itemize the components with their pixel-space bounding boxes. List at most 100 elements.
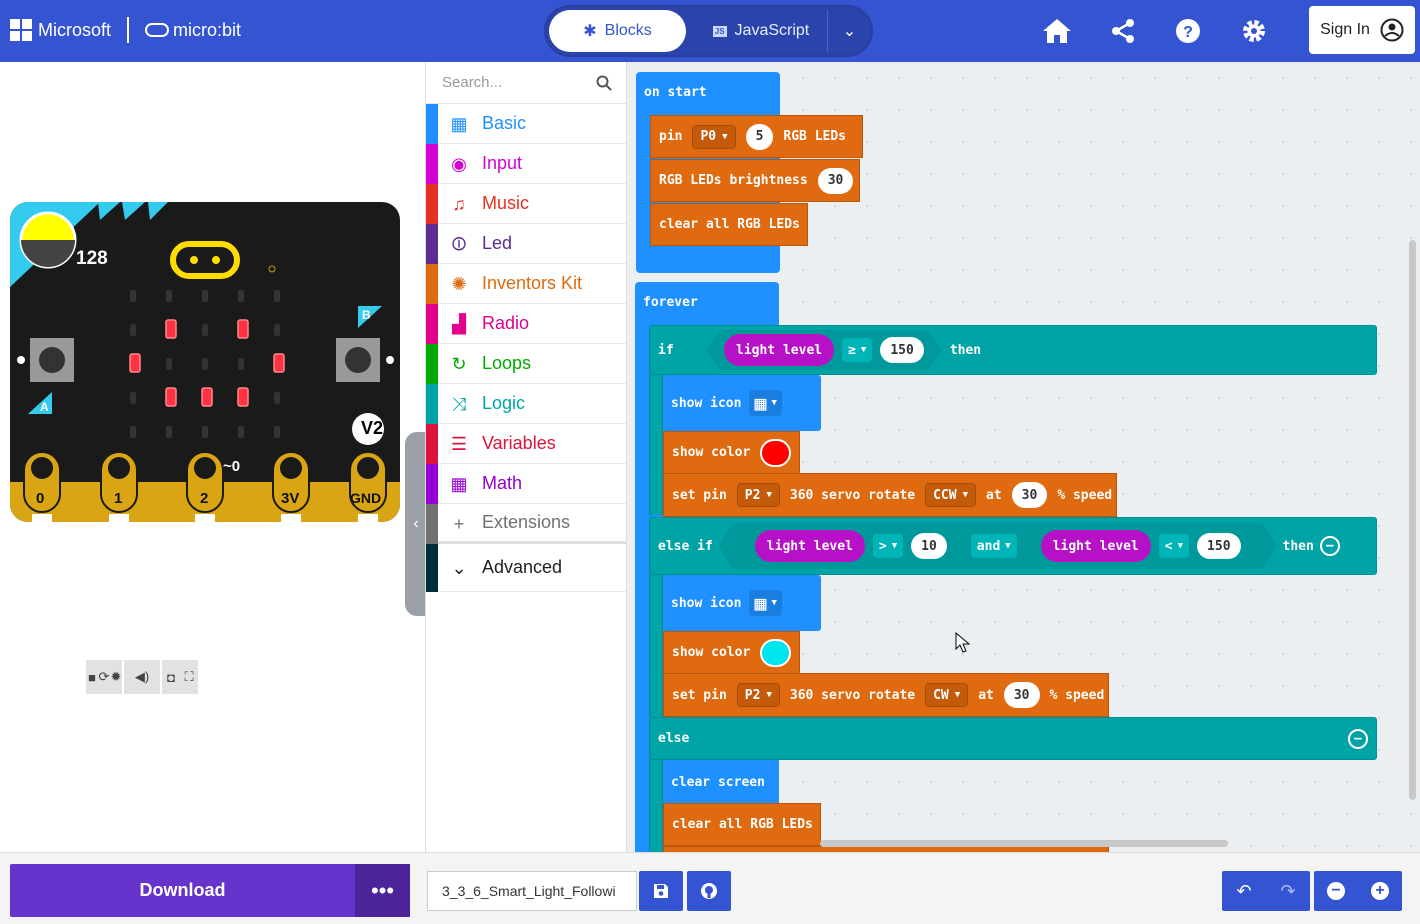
direction-dropdown-2[interactable]: CW ▼: [925, 683, 969, 707]
button-a[interactable]: [30, 332, 86, 388]
threshold-150-input-2[interactable]: 150: [1197, 533, 1240, 559]
project-name-input[interactable]: 3_3_6_Smart_Light_Followi: [427, 871, 637, 911]
brightness-block[interactable]: RGB LEDs brightness 30: [650, 159, 860, 202]
color-swatch-red[interactable]: [760, 438, 791, 467]
show-icon-block-2[interactable]: show icon ▦ ▼: [663, 575, 821, 631]
servo-block-2[interactable]: set pin P2 ▼ 360 servo rotate CW ▼ at 30 %…: [663, 673, 1109, 717]
tab-blocks[interactable]: ✱ Blocks: [549, 10, 686, 52]
category-input[interactable]: ◉ Input: [426, 144, 626, 184]
search-input[interactable]: Search...: [442, 74, 502, 91]
mode-dropdown-button[interactable]: ⌄: [827, 10, 871, 52]
category-logic[interactable]: ⤨ Logic: [426, 384, 626, 424]
if-block[interactable]: if light level ≥ ▼ 150 then: [649, 325, 1377, 375]
screenshot-button[interactable]: ◘: [162, 660, 180, 694]
servo-pin-dropdown[interactable]: P2 ▼: [736, 483, 780, 507]
home-button[interactable]: [1040, 14, 1074, 48]
threshold-150-input[interactable]: 150: [880, 337, 923, 363]
servo-pin-dropdown-2[interactable]: P2 ▼: [736, 683, 780, 707]
clear-screen-block[interactable]: clear screen: [663, 761, 773, 803]
light-level-reporter[interactable]: light level: [1041, 530, 1151, 562]
icon-picker-2[interactable]: ▦ ▼: [749, 590, 782, 616]
op-lt-dropdown[interactable]: < ▼: [1159, 534, 1189, 558]
undo-button[interactable]: ↶: [1236, 881, 1251, 902]
stop-button[interactable]: ■: [86, 660, 98, 694]
light-level-reporter[interactable]: light level: [724, 334, 834, 366]
threshold-10-input[interactable]: 10: [911, 533, 947, 559]
speed-input-2[interactable]: 30: [1003, 682, 1040, 708]
tab-javascript[interactable]: JS JavaScript: [696, 10, 826, 52]
pin-label: pin: [659, 129, 683, 144]
mouse-cursor-icon: [955, 632, 971, 653]
restart-button[interactable]: ⟳: [98, 660, 110, 694]
debug-button[interactable]: ✹: [110, 660, 122, 694]
mute-button[interactable]: ◀): [124, 660, 160, 694]
redo-button[interactable]: ↷: [1280, 881, 1295, 902]
github-button[interactable]: [687, 871, 731, 911]
save-button[interactable]: [639, 871, 683, 911]
category-radio[interactable]: ▟ Radio: [426, 304, 626, 344]
clear-rgb-block[interactable]: clear all RGB LEDs: [650, 203, 808, 246]
share-button[interactable]: [1106, 14, 1140, 48]
remove-else-icon[interactable]: −: [1348, 728, 1368, 749]
compare-lt[interactable]: light level < ▼ 150: [1023, 526, 1259, 566]
fullscreen-button[interactable]: ⛶: [180, 660, 198, 694]
pin-1[interactable]: 1: [114, 490, 122, 507]
button-b[interactable]: [336, 332, 392, 388]
category-inventors-kit[interactable]: ✺ Inventors Kit: [426, 264, 626, 304]
sign-in-button[interactable]: Sign In: [1309, 6, 1415, 54]
led: [130, 426, 136, 438]
and-dropdown[interactable]: and ▼: [971, 534, 1017, 558]
vertical-scrollbar[interactable]: [1409, 240, 1416, 800]
clear-rgb-block-2[interactable]: clear all RGB LEDs: [663, 803, 821, 846]
category-led[interactable]: ⏼ Led: [426, 224, 626, 264]
help-button[interactable]: ?: [1171, 14, 1205, 48]
search-icon: [596, 75, 612, 91]
category-basic[interactable]: ▦ Basic: [426, 104, 626, 144]
category-advanced[interactable]: ⌄ Advanced: [426, 544, 626, 592]
pin-gnd[interactable]: GND: [350, 490, 381, 506]
zoom-in-button[interactable]: +: [1371, 882, 1389, 900]
category-color-bar: [426, 344, 438, 384]
show-color-block-2[interactable]: show color: [663, 631, 800, 674]
pin-2[interactable]: 2: [200, 490, 208, 507]
speed-input-1[interactable]: 30: [1011, 482, 1048, 508]
servo-pin-value: P2: [744, 687, 761, 703]
op-ge-dropdown[interactable]: ≥ ▼: [842, 338, 872, 362]
remove-else-if-icon[interactable]: −: [1319, 536, 1340, 556]
category-music[interactable]: ♫ Music: [426, 184, 626, 224]
led: [166, 290, 172, 302]
toolbox-search[interactable]: Search...: [426, 62, 626, 104]
blocks-workspace[interactable]: on start pin P0 ▼ 5 RGB LEDs RGB LEDs bri…: [627, 62, 1420, 852]
and-expression[interactable]: light level > ▼ 10 and ▼ light level < ▼ 15…: [719, 523, 1277, 569]
else-if-block[interactable]: else if light level > ▼ 10 and ▼ light lev…: [649, 517, 1377, 575]
pin-rgb-leds-block[interactable]: pin P0 ▼ 5 RGB LEDs: [650, 115, 863, 158]
download-button[interactable]: Download: [10, 864, 355, 917]
category-icon: ↻: [451, 353, 467, 374]
else-block[interactable]: else −: [649, 717, 1377, 760]
category-variables[interactable]: ☰ Variables: [426, 424, 626, 464]
show-icon-block-1[interactable]: show icon ▦ ▼: [663, 375, 821, 431]
compare-gt[interactable]: light level > ▼ 10: [737, 526, 965, 566]
pin-0[interactable]: 0: [36, 490, 44, 507]
show-color-block-1[interactable]: show color: [663, 431, 800, 474]
pin-3v[interactable]: 3V: [281, 490, 299, 507]
category-math[interactable]: ▦ Math: [426, 464, 626, 504]
servo-block-1[interactable]: set pin P2 ▼ 360 servo rotate CCW ▼ at 30 …: [663, 473, 1117, 517]
download-more-button[interactable]: •••: [355, 864, 410, 917]
compare-ge[interactable]: light level ≥ ▼ 150: [706, 330, 942, 370]
category-loops[interactable]: ↻ Loops: [426, 344, 626, 384]
brightness-input[interactable]: 30: [817, 167, 854, 194]
zoom-out-button[interactable]: −: [1327, 882, 1345, 900]
op-gt-dropdown[interactable]: > ▼: [873, 534, 903, 558]
light-level-reporter[interactable]: light level: [755, 530, 865, 562]
settings-button[interactable]: [1237, 14, 1271, 48]
color-swatch-cyan[interactable]: [760, 638, 791, 667]
brand[interactable]: Microsoft micro:bit: [10, 17, 241, 43]
category-extensions[interactable]: + Extensions: [426, 504, 626, 544]
horizontal-scrollbar[interactable]: [820, 840, 1228, 847]
led-count-input[interactable]: 5: [745, 123, 774, 150]
pin-dropdown[interactable]: P0 ▼: [692, 124, 736, 149]
icon-picker-1[interactable]: ▦ ▼: [749, 390, 782, 416]
collapse-simulator-button[interactable]: ‹: [405, 432, 427, 616]
direction-dropdown-1[interactable]: CCW ▼: [925, 483, 977, 507]
